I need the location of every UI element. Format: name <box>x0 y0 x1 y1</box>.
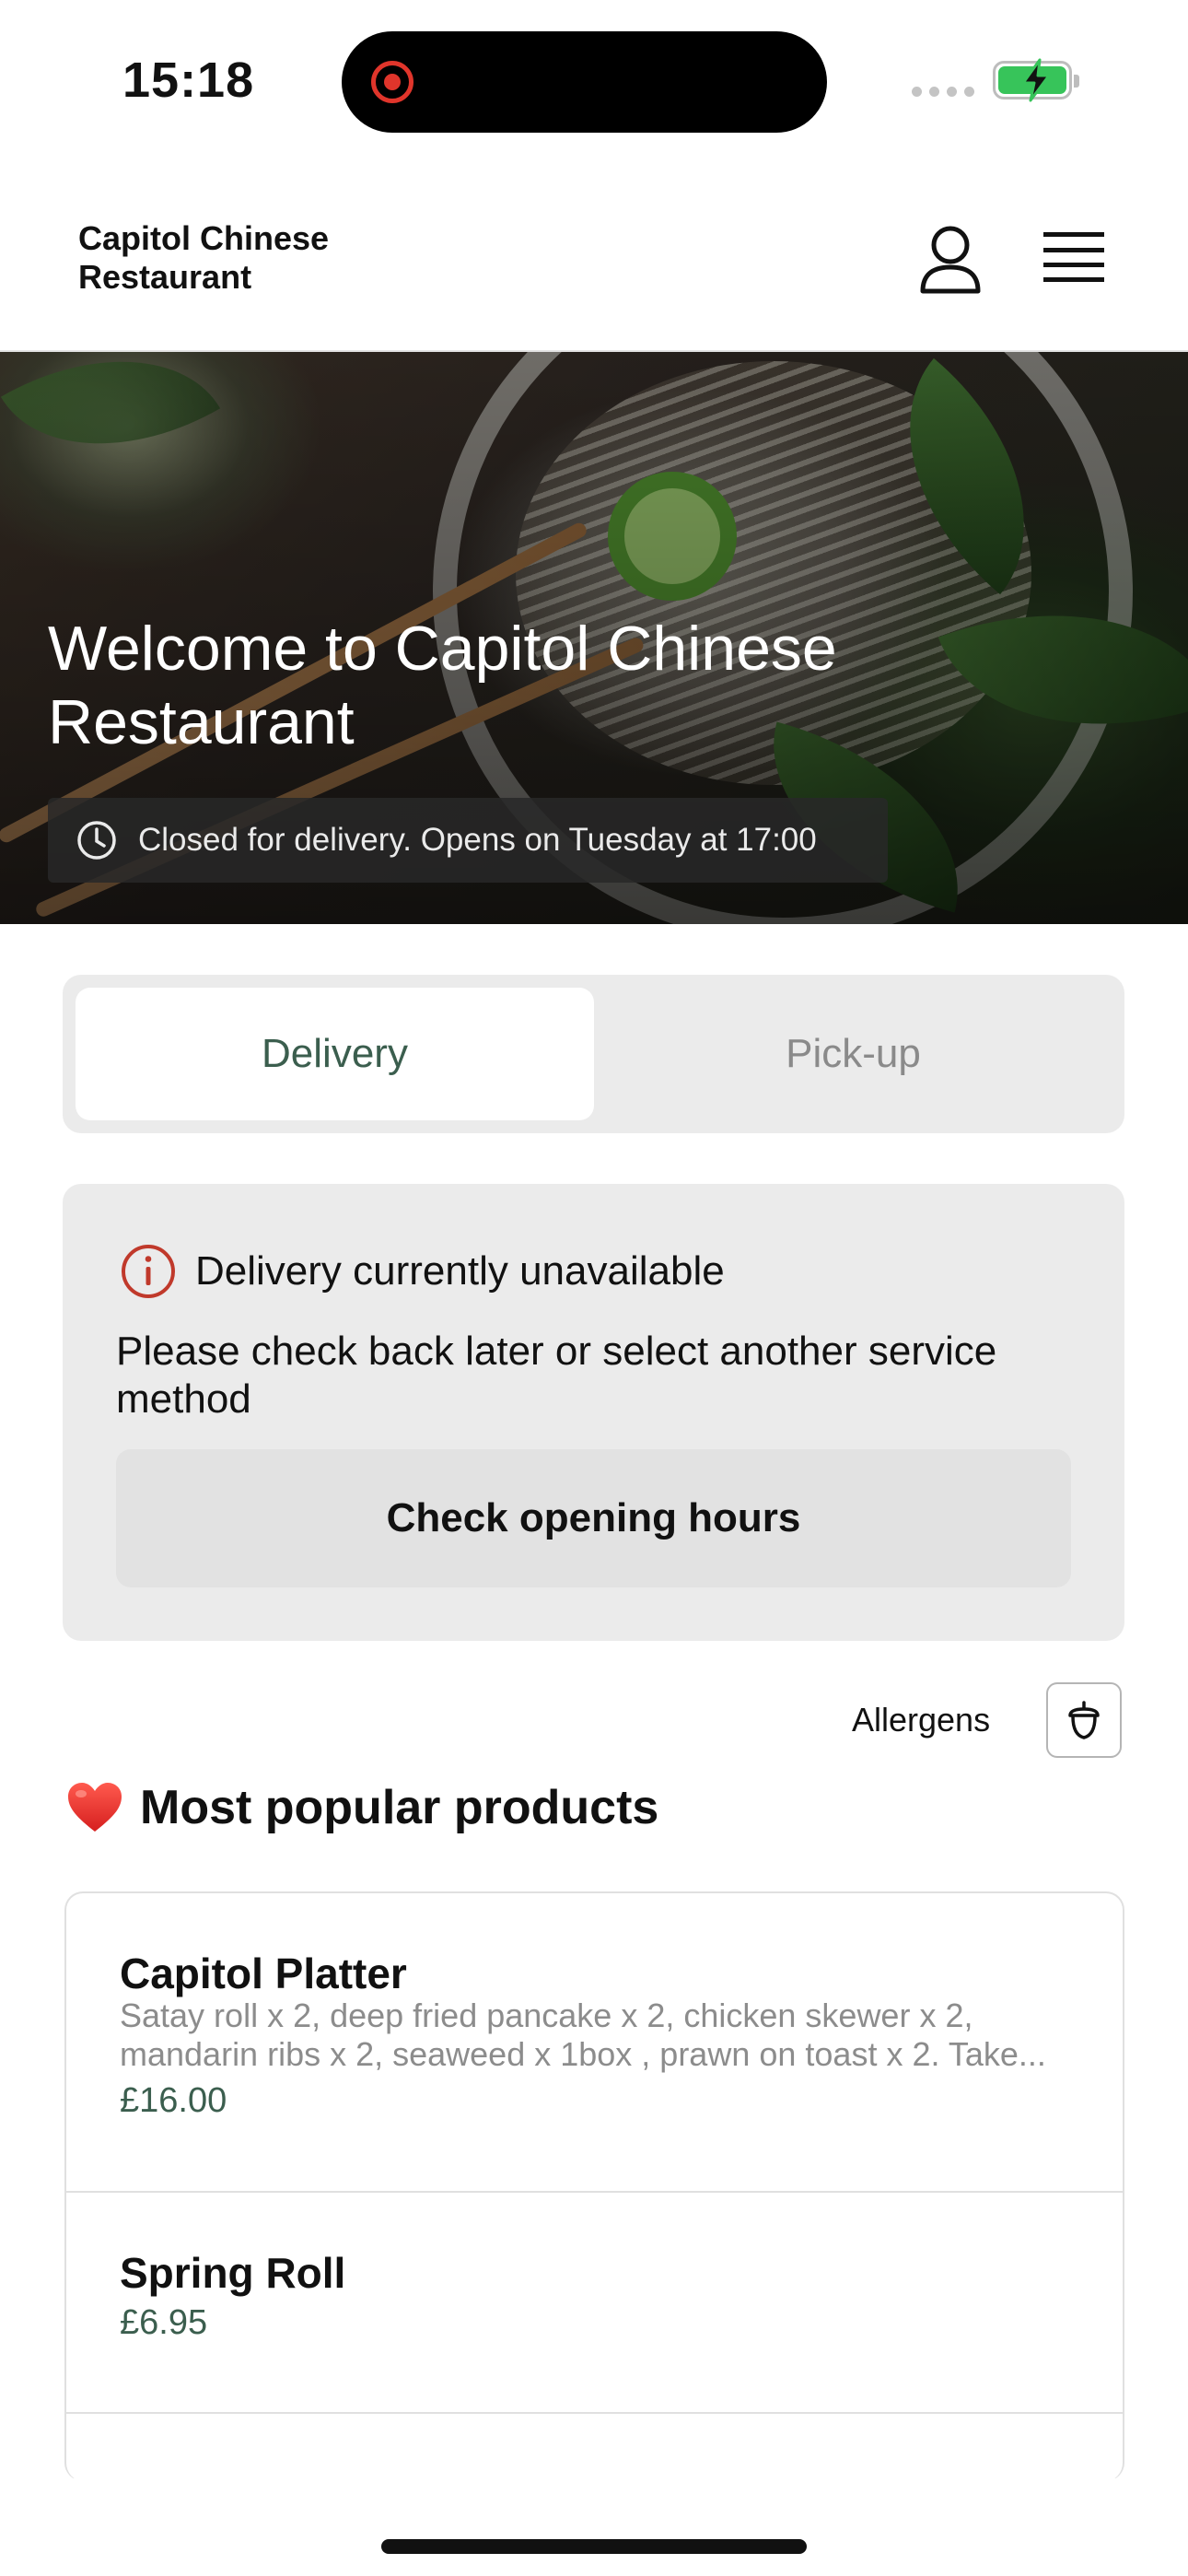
popular-products-heading: Most popular products <box>66 1780 658 1835</box>
menu-icon[interactable] <box>1043 230 1104 284</box>
status-bar: 15:18 <box>0 0 1188 162</box>
hero-banner: Welcome to Capitol Chinese Restaurant Cl… <box>0 352 1188 924</box>
tab-pickup[interactable]: Pick-up <box>594 988 1112 1120</box>
brand-line-1: Capitol Chinese <box>78 219 330 257</box>
product-name: Spring Roll <box>120 2249 346 2297</box>
product-card[interactable] <box>66 2414 1123 2481</box>
product-card[interactable]: Spring Roll £6.95 <box>66 2193 1123 2414</box>
product-name: Capitol Platter <box>120 1950 407 1997</box>
allergens-label[interactable]: Allergens <box>852 1701 990 1739</box>
product-card[interactable]: Capitol Platter Satay roll x 2, deep fri… <box>66 1893 1123 2193</box>
product-price: £6.95 <box>120 2303 208 2342</box>
restaurant-brand[interactable]: Capitol Chinese Restaurant <box>78 219 410 297</box>
check-opening-hours-button[interactable]: Check opening hours <box>116 1449 1071 1587</box>
status-time: 15:18 <box>122 53 255 108</box>
clock-icon <box>77 821 116 860</box>
heart-icon <box>68 1783 122 1832</box>
app-header: Capitol Chinese Restaurant <box>0 162 1188 352</box>
hero-title: Welcome to Capitol Chinese Restaurant <box>48 614 837 757</box>
delivery-unavailable-notice: Delivery currently unavailable Please ch… <box>63 1184 1124 1641</box>
popular-products-list: Capitol Platter Satay roll x 2, deep fri… <box>64 1891 1124 2481</box>
notice-title: Delivery currently unavailable <box>195 1248 725 1294</box>
cellular-signal-icon <box>912 87 974 97</box>
allergens-button[interactable] <box>1046 1682 1122 1758</box>
recording-indicator-icon <box>371 61 413 103</box>
tab-delivery[interactable]: Delivery <box>76 988 594 1120</box>
battery-charging-icon <box>993 58 1079 102</box>
acorn-allergen-icon <box>1068 1701 1100 1739</box>
notice-body: Please check back later or select anothe… <box>116 1329 997 1422</box>
user-icon[interactable] <box>917 225 984 295</box>
dynamic-island <box>342 31 827 133</box>
home-indicator[interactable] <box>381 2539 807 2554</box>
opening-status-badge: Closed for delivery. Opens on Tuesday at… <box>48 798 888 883</box>
opening-status-text: Closed for delivery. Opens on Tuesday at… <box>138 822 817 858</box>
product-price: £16.00 <box>120 2081 227 2120</box>
product-description: Satay roll x 2, deep fried pancake x 2, … <box>120 1996 1046 2073</box>
popular-products-title: Most popular products <box>140 1781 659 1834</box>
brand-line-2: Restaurant <box>78 258 252 296</box>
service-method-toggle: Delivery Pick-up <box>63 975 1124 1133</box>
info-alert-icon <box>122 1245 175 1298</box>
